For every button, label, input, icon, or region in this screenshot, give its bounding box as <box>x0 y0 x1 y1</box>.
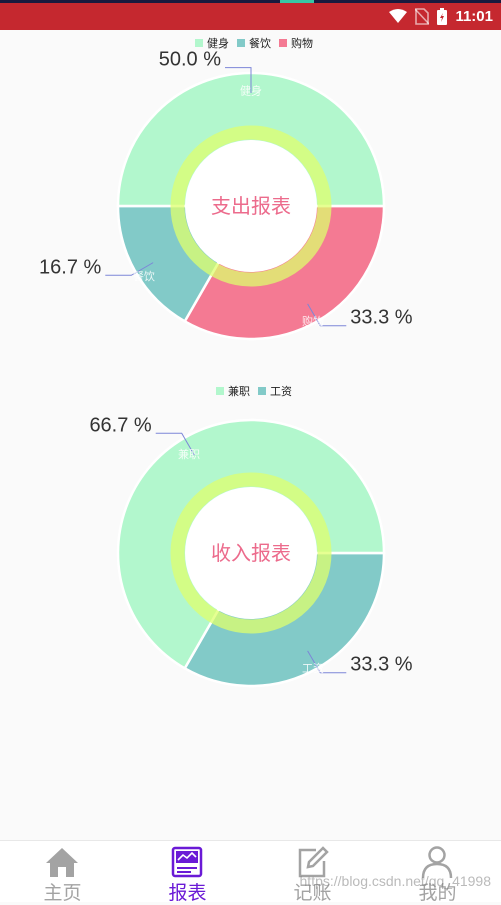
status-bar: 11:01 <box>0 0 501 30</box>
income-donut-chart[interactable]: 收入报表 33.3 % 工资 66.7 % 兼职 <box>0 378 501 718</box>
status-time: 11:01 <box>455 7 493 25</box>
slice-category-label: 兼职 <box>178 448 200 461</box>
income-chart-section: 兼职 工资 收入报表 33.3 % 工资 66.7 % 兼职 <box>0 378 501 718</box>
chart-center-label: 收入报表 <box>211 542 291 565</box>
slice-category-label: 工资 <box>302 662 324 675</box>
battery-icon <box>437 7 448 25</box>
nav-item-bookkeeping[interactable]: 记账 <box>250 841 375 904</box>
slice-category-label: 购物 <box>302 314 324 328</box>
slice-value-label: 33.3 % <box>350 654 412 676</box>
nav-item-mine[interactable]: 我的 <box>375 841 500 904</box>
home-icon <box>46 848 78 877</box>
slice-value-label: 66.7 % <box>89 414 151 436</box>
slice-value-label: 16.7 % <box>39 256 101 278</box>
watermark: https://blog.csdn.net/qq_41998 <box>299 873 491 889</box>
no-sim-icon <box>415 7 430 25</box>
chart-center-label: 支出报表 <box>211 195 291 218</box>
wifi-icon <box>389 9 408 23</box>
nav-item-home[interactable]: 主页 <box>0 841 125 904</box>
expense-donut-chart[interactable]: 支出报表 33.3 % 购物 16.7 % 餐饮 50.0 % 健身 <box>0 30 501 370</box>
slice-category-label: 健身 <box>240 83 262 97</box>
expense-chart-section: 健身 餐饮 购物 支出报表 33.3 % 购物 16.7 % 餐饮 50.0 % 健身 <box>0 30 501 370</box>
nav-item-report[interactable]: 报表 <box>125 841 250 904</box>
status-bar-top-line <box>0 0 501 3</box>
slice-value-label: 33.3 % <box>350 307 412 329</box>
slice-value-label: 50.0 % <box>159 49 221 71</box>
report-icon <box>171 846 203 878</box>
bottom-nav: 主页 报表 记账 我的 <box>0 840 501 904</box>
slice-category-label: 餐饮 <box>133 269 155 283</box>
